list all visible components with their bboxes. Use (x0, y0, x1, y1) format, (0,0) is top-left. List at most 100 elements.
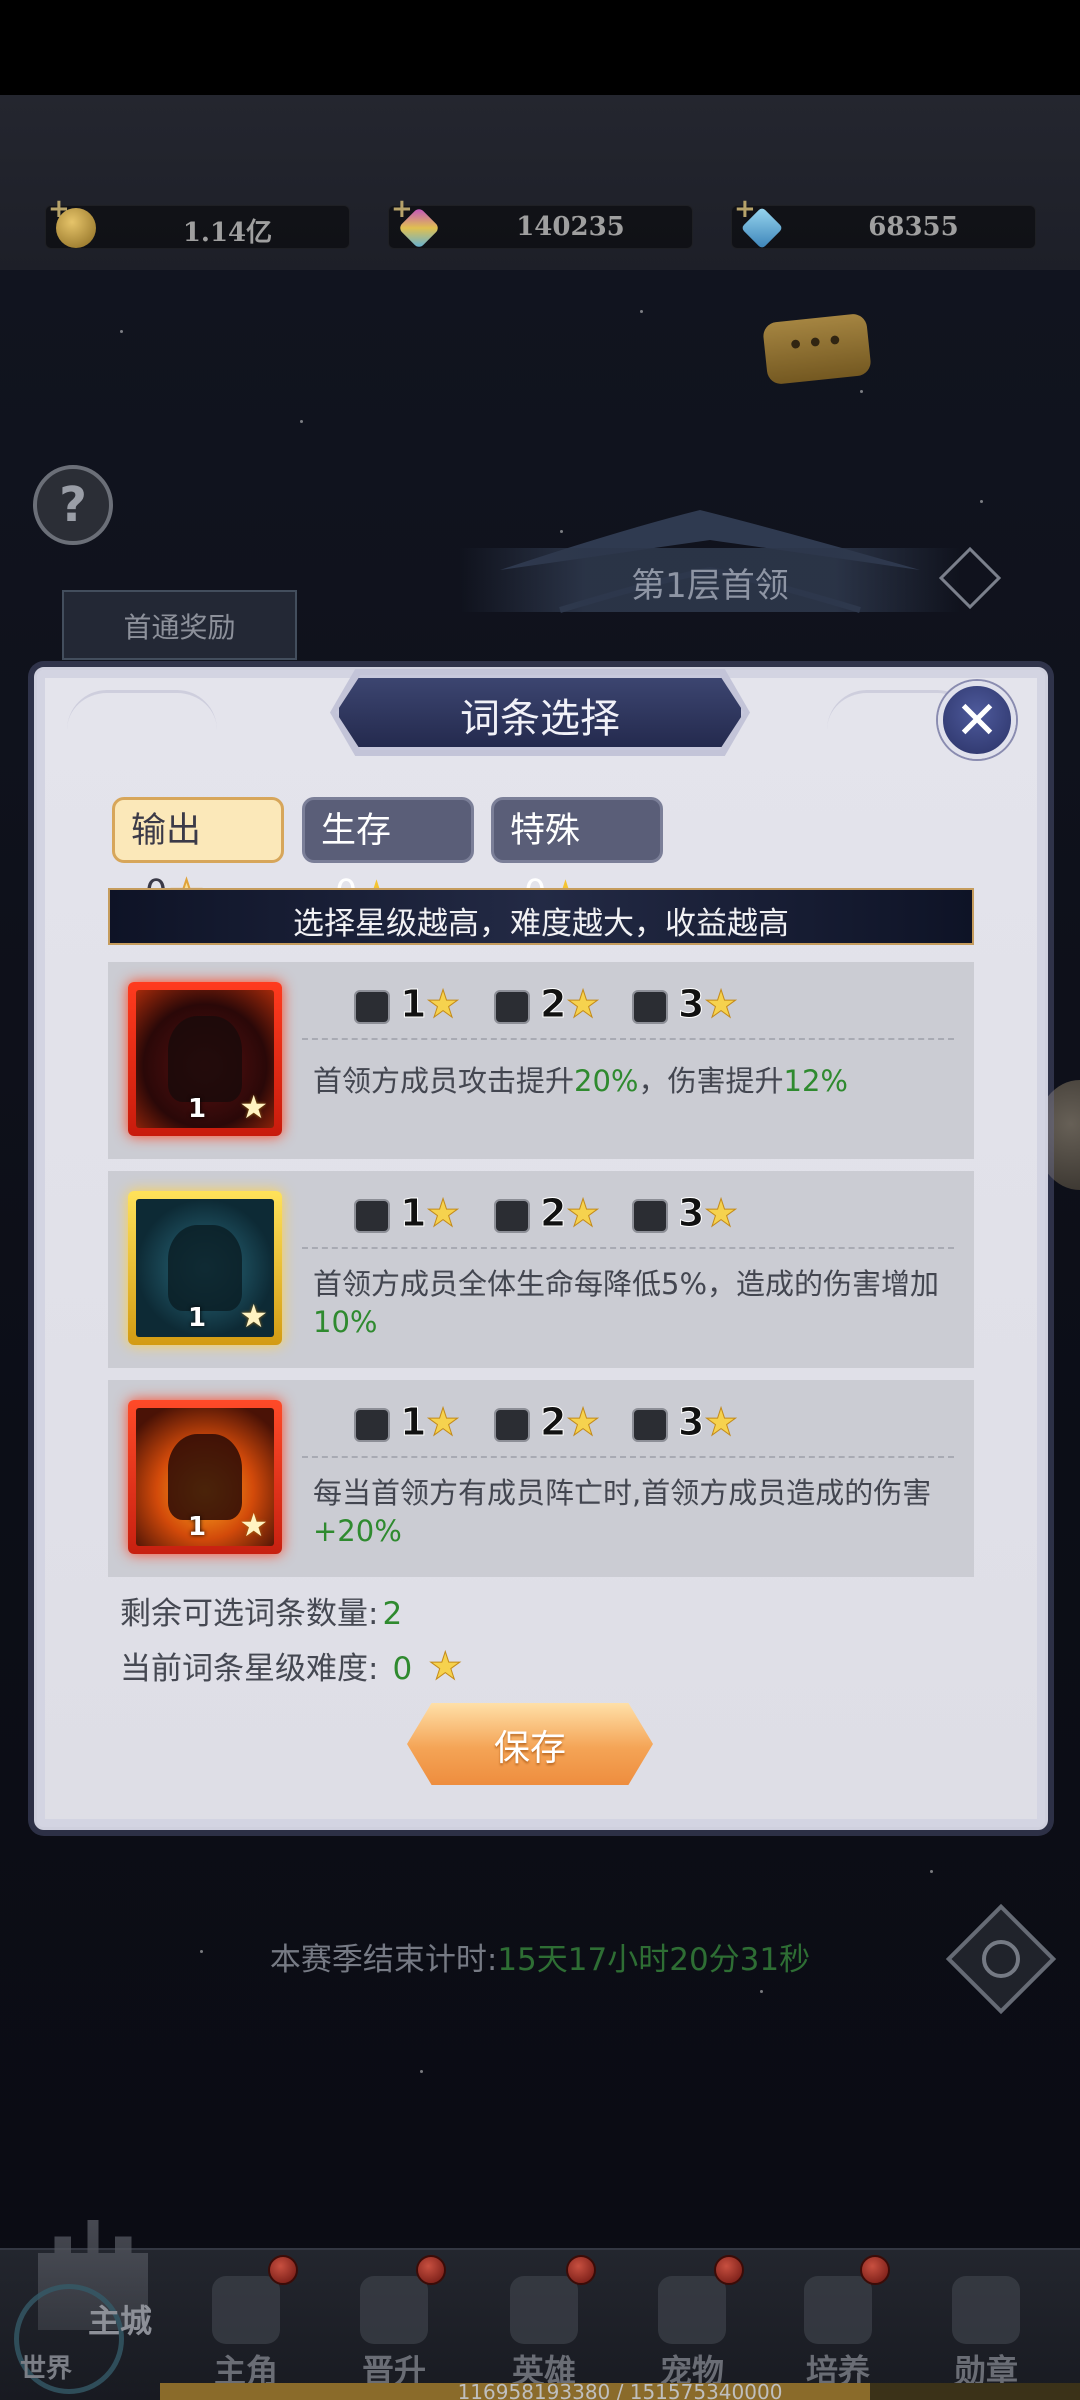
row-divider (302, 1038, 954, 1040)
checkbox[interactable] (632, 1408, 668, 1442)
level-number: 3 (677, 982, 705, 1027)
tab-label: 生存 (321, 811, 392, 851)
chat-label: ••• (785, 323, 848, 365)
modifier-row: 1 ★ 1 ★ 2 ★ 3 ★ 首领方成员全体生命每降低5%，造成的伤害增加10… (108, 1171, 974, 1368)
exp-text: 116958193380 / 151575340000 (457, 2380, 783, 2400)
row-divider (302, 1247, 954, 1249)
status-bar (0, 0, 1080, 95)
spirit-silhouette (168, 1225, 242, 1311)
cultivate-icon (804, 2276, 872, 2344)
star-icon: ★ (425, 1191, 461, 1236)
star-icon: ★ (703, 1191, 739, 1236)
currency-gold[interactable]: + 1.14亿 (45, 194, 350, 249)
level-number: 2 (539, 1400, 567, 1445)
bottom-nav: 主角 晋升 英雄 宠物 培养 勋章 (0, 2248, 1080, 2400)
nav-pets[interactable]: 宠物 (618, 2250, 766, 2400)
notification-badge (860, 2255, 890, 2285)
checkbox[interactable] (632, 1199, 668, 1233)
icon-level: 1 (188, 1094, 207, 1124)
fire-warrior-modifier-icon: 1 ★ (128, 1400, 282, 1554)
gold-coin-icon (56, 208, 96, 248)
lightning-spirit-modifier-icon: 1 ★ (128, 1191, 282, 1345)
world-label: 世界 (20, 2354, 73, 2384)
notification-badge (268, 2255, 298, 2285)
star-icon: ★ (565, 982, 601, 1027)
modifier-description: 首领方成员攻击提升20%，伤害提升12% (313, 1064, 848, 1098)
tab-output[interactable]: 输出 0★ (112, 797, 284, 914)
close-button[interactable]: ✕ (938, 681, 1016, 759)
icon-level: 1 (188, 1303, 207, 1333)
first-clear-reward-tab[interactable]: 首通奖励 (62, 590, 297, 660)
protagonist-icon (212, 2276, 280, 2344)
checkbox[interactable] (494, 990, 530, 1024)
currency-diamond[interactable]: + 68355 (731, 194, 1036, 250)
first-clear-reward-label: 首通奖励 (123, 611, 236, 644)
info-banner-text: 选择星级越高，难度越大，收益越高 (293, 906, 789, 942)
difficulty-label: 当前词条星级难度: (120, 1651, 379, 1687)
level-number: 3 (677, 1400, 705, 1445)
main-city-label: 主城 (88, 2302, 153, 2340)
star-icon: ★ (425, 982, 461, 1027)
promotion-icon (360, 2276, 428, 2344)
checkbox[interactable] (494, 1408, 530, 1442)
modifier-row: 1 ★ 1 ★ 2 ★ 3 ★ 首领方成员攻击提升20%，伤害提升12% (108, 962, 974, 1159)
tab-survival[interactable]: 生存 0★ (302, 797, 474, 913)
notification-badge (416, 2255, 446, 2285)
remaining-value: 2 (382, 1596, 403, 1632)
diamond-value: 68355 (868, 212, 959, 242)
medal-icon (952, 2276, 1020, 2344)
dialog-title: 词条选择 (460, 696, 620, 742)
main-city-button[interactable]: 主城 世界 (0, 2200, 160, 2400)
chat-button[interactable]: ••• (762, 312, 872, 386)
checkbox[interactable] (354, 1408, 390, 1442)
nav-promotion[interactable]: 晋升 (320, 2250, 468, 2400)
nav-medals[interactable]: 勋章 (912, 2250, 1060, 2400)
remaining-count: 剩余可选词条数量: 2 (120, 1588, 402, 1633)
tab-special[interactable]: 特殊 0★ (491, 797, 663, 913)
modifier-row: 1 ★ 1 ★ 2 ★ 3 ★ 每当首领方有成员阵亡时,首领方成员造成的伤害+2… (108, 1380, 974, 1577)
gem-value: 140235 (516, 212, 625, 242)
nav-protagonist[interactable]: 主角 (172, 2250, 320, 2400)
remaining-label: 剩余可选词条数量: (120, 1596, 379, 1632)
checkbox[interactable] (354, 990, 390, 1024)
help-button[interactable]: ? (33, 465, 113, 545)
star-icon: ★ (565, 1400, 601, 1445)
star-icon: ★ (703, 982, 739, 1027)
difficulty-rating: 当前词条星级难度: 0 ★ (120, 1643, 463, 1689)
icon-level: 1 (188, 1512, 207, 1542)
level-number: 2 (539, 982, 567, 1027)
star-icon: ★ (239, 1297, 268, 1335)
notification-badge (566, 2255, 596, 2285)
level-number: 1 (399, 982, 427, 1027)
heroes-helmet-icon (510, 2276, 578, 2344)
season-timer-label: 本赛季结束计时: (269, 1942, 498, 1978)
save-label: 保存 (493, 1728, 566, 1769)
save-button[interactable]: 保存 (407, 1703, 653, 1785)
gold-value: 1.14亿 (182, 218, 273, 248)
level-number: 2 (539, 1191, 567, 1236)
level-number: 1 (399, 1400, 427, 1445)
checkbox[interactable] (494, 1199, 530, 1233)
checkbox[interactable] (354, 1199, 390, 1233)
level-number: 3 (677, 1191, 705, 1236)
currency-gem[interactable]: + 140235 (388, 194, 693, 250)
star-icon: ★ (239, 1506, 268, 1544)
notification-badge (714, 2255, 744, 2285)
checkbox[interactable] (632, 990, 668, 1024)
season-timer-value: 15天17小时20分31秒 (497, 1942, 811, 1978)
nav-heroes[interactable]: 英雄 (470, 2250, 618, 2400)
modifier-description: 首领方成员全体生命每降低5%，造成的伤害增加10% (313, 1267, 940, 1339)
star-icon: ★ (425, 1400, 461, 1445)
star-icon: ★ (428, 1644, 463, 1689)
level-number: 1 (399, 1191, 427, 1236)
pets-icon (658, 2276, 726, 2344)
corner-ornament (67, 690, 217, 760)
tab-label: 输出 (131, 811, 202, 851)
modifier-description: 每当首领方有成员阵亡时,首领方成员造成的伤害+20% (313, 1476, 932, 1548)
row-divider (302, 1456, 954, 1458)
star-icon: ★ (239, 1088, 268, 1126)
close-icon: ✕ (955, 691, 999, 751)
star-icon: ★ (703, 1400, 739, 1445)
nav-cultivate[interactable]: 培养 (764, 2250, 912, 2400)
demon-silhouette (168, 1016, 242, 1102)
